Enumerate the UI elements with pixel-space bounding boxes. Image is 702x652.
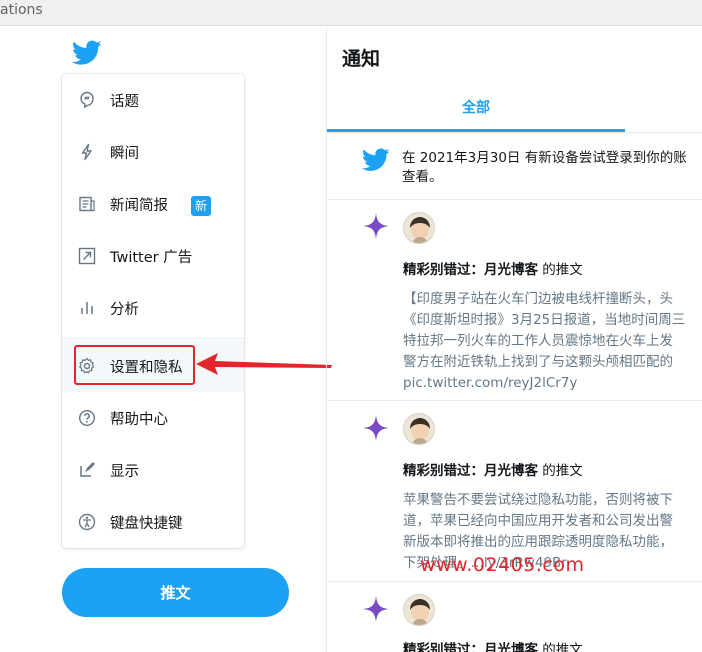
menu-item-newsletters[interactable]: 新闻简报	[62, 178, 244, 230]
menu-label-help-center: 帮助中心	[110, 412, 168, 428]
menu-label-twitter-ads: Twitter 广告	[110, 250, 193, 266]
menu-item-help-center[interactable]: 帮助中心	[62, 392, 244, 444]
more-menu: 话题 瞬间 新闻简报 新 Twitter 广告 分析 设置和隐私 帮助中心 显示…	[62, 74, 244, 548]
sparkle-icon	[363, 415, 389, 441]
column-divider	[326, 27, 327, 652]
headline-user[interactable]: 月光博客	[484, 262, 538, 278]
notification-headline: 精彩别错过：月光博客 的推文	[403, 258, 583, 278]
notification-separator	[327, 581, 702, 582]
page-title: 通知	[342, 48, 381, 70]
twitter-bird-icon	[362, 148, 390, 171]
headline-user[interactable]: 月光博客	[484, 642, 538, 652]
accessibility-icon	[78, 513, 96, 531]
menu-label-newsletters: 新闻简报	[110, 198, 168, 214]
headline-suffix: 的推文	[538, 463, 583, 479]
headline-prefix: 精彩别错过：	[403, 463, 484, 479]
avatar[interactable]	[403, 413, 435, 445]
body-line: 特拉邦一列火车的工作人员震惊地在火车上发	[403, 333, 673, 349]
tabs-bottom-border	[327, 132, 702, 133]
login-notification-text[interactable]: 在 2021年3月30日 有新设备尝试登录到你的账 查看。	[402, 149, 702, 187]
sparkle-icon	[363, 213, 389, 239]
help-icon	[78, 409, 96, 427]
menu-label-moments: 瞬间	[110, 146, 139, 162]
headline-suffix: 的推文	[538, 262, 583, 278]
tweet-button[interactable]: 推文	[62, 568, 289, 617]
menu-label-topics: 话题	[110, 94, 139, 110]
body-line: 警方在附近铁轨上找到了与这颗头颅相匹配的	[403, 354, 673, 370]
sparkle-icon	[363, 596, 389, 622]
menu-item-display[interactable]: 显示	[62, 444, 244, 496]
annotation-arrow	[196, 353, 332, 375]
display-icon	[80, 462, 95, 477]
avatar[interactable]	[403, 594, 435, 626]
tweet-link[interactable]: pic.twitter.com/reyJ2lCr7y	[403, 373, 702, 394]
notification-headline: 精彩别错过：月光博客 的推文	[403, 638, 583, 652]
body-line: 苹果警告不要尝试绕过隐私功能，否则将被下	[403, 492, 673, 508]
headline-suffix: 的推文	[538, 642, 583, 652]
menu-item-moments[interactable]: 瞬间	[62, 126, 244, 178]
headline-prefix: 精彩别错过：	[403, 262, 484, 278]
menu-item-topics[interactable]: 话题	[62, 74, 244, 126]
menu-item-twitter-ads[interactable]: Twitter 广告	[62, 230, 244, 282]
menu-label-analytics: 分析	[110, 302, 139, 318]
twitter-logo-icon[interactable]	[72, 40, 102, 66]
watermark: www.02405.com	[420, 554, 585, 576]
browser-url-bar[interactable]: ations	[0, 0, 702, 26]
headline-prefix: 精彩别错过：	[403, 642, 484, 652]
notification-headline: 精彩别错过：月光博客 的推文	[403, 459, 583, 479]
notification-separator	[327, 199, 702, 200]
menu-label-keyboard-shortcuts: 键盘快捷键	[110, 516, 183, 532]
login-notification-line: 查看。	[402, 169, 443, 185]
analytics-icon	[81, 302, 93, 314]
headline-user[interactable]: 月光博客	[484, 463, 538, 479]
external-link-icon	[78, 247, 96, 265]
topic-icon	[80, 91, 94, 109]
new-badge: 新	[191, 196, 211, 216]
menu-label-display: 显示	[110, 464, 139, 480]
notification-separator	[327, 400, 702, 401]
body-line: 《印度斯坦时报》3月25日报道，当地时间周三	[403, 312, 686, 328]
menu-divider	[62, 338, 244, 339]
annotation-highlight-box	[74, 345, 195, 385]
tab-all[interactable]: 全部	[462, 97, 490, 117]
notification-body[interactable]: 【印度男子站在火车门边被电线杆撞断头，头 《印度斯坦时报》3月25日报道，当地时…	[403, 289, 702, 394]
newsletter-icon	[79, 196, 95, 212]
login-notification-line: 在 2021年3月30日 有新设备尝试登录到你的账	[402, 150, 687, 166]
lightning-icon	[81, 143, 92, 161]
body-line: 【印度男子站在火车门边被电线杆撞断头，头	[403, 291, 673, 307]
menu-item-keyboard-shortcuts[interactable]: 键盘快捷键	[62, 496, 244, 548]
avatar[interactable]	[403, 212, 435, 244]
body-line: 新版本即将推出的应用跟踪透明度隐私功能，	[403, 534, 673, 550]
url-text: ations	[0, 2, 43, 18]
menu-item-analytics[interactable]: 分析	[62, 282, 244, 334]
body-line: 道，苹果已经向中国应用开发者和公司发出警	[403, 513, 673, 529]
